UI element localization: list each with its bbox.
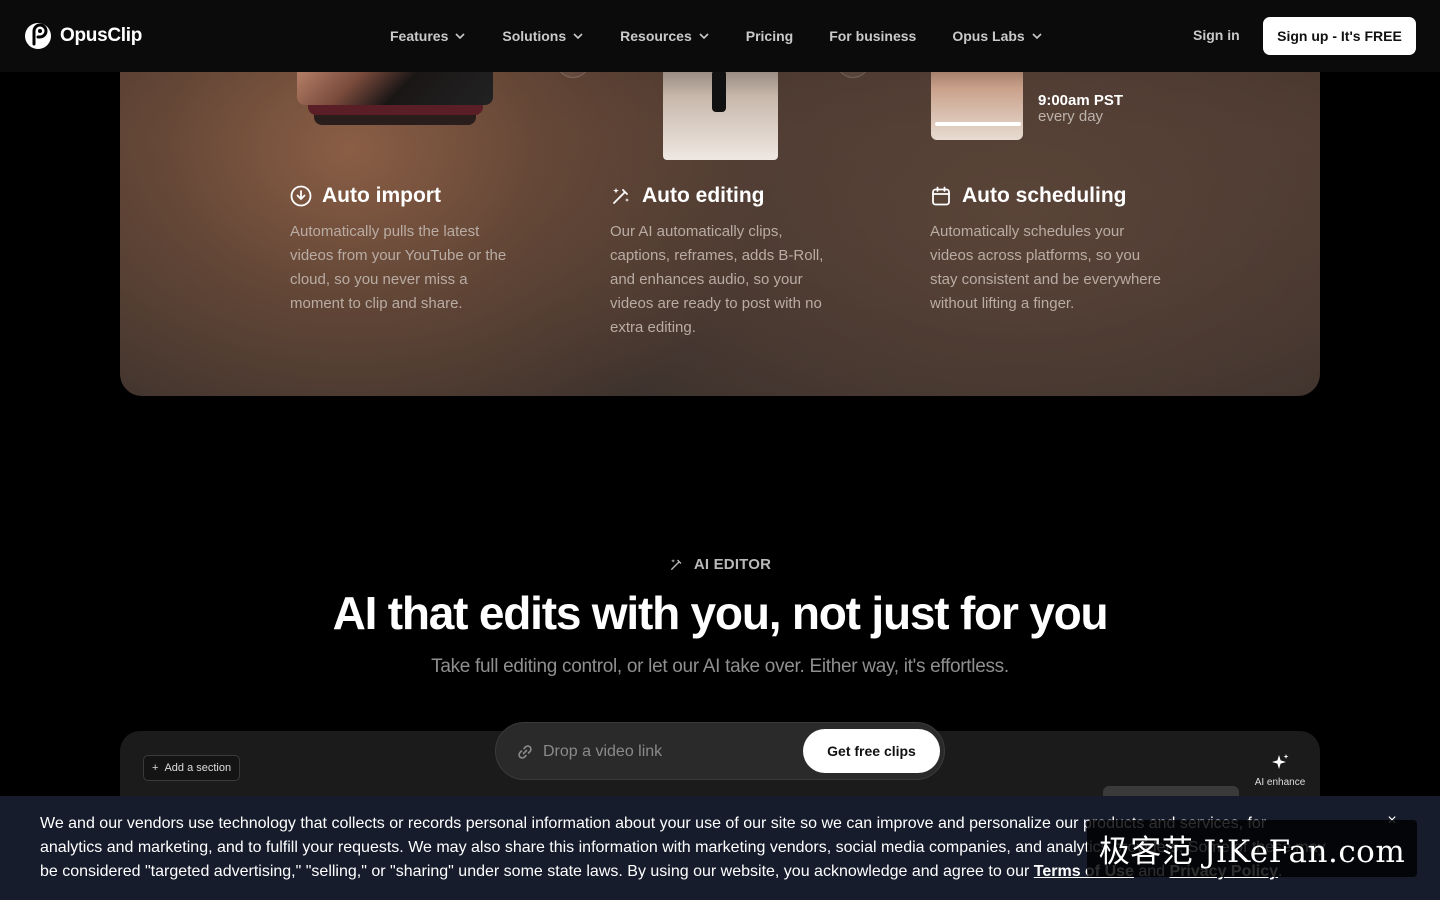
feature-title-text: Auto editing [642,184,765,207]
ai-enhance-button[interactable]: AI enhance [1248,753,1312,788]
feature-title-text: Auto import [322,184,441,207]
calendar-icon [932,186,950,206]
nav-for-business[interactable]: For business [829,28,916,44]
section-subheadline: Take full editing control, or let our AI… [431,656,1009,677]
get-free-clips-button[interactable]: Get free clips [803,729,940,773]
feature-description: Our AI automatically clips, captions, re… [610,223,824,336]
schedule-frequency: every day [1038,108,1104,125]
ai-enhance-label: AI enhance [1254,777,1306,788]
nav-opus-labs-label: Opus Labs [952,28,1025,44]
video-progress-bar [935,122,1021,126]
chevron-down-icon [699,33,709,40]
feature-description: Automatically pulls the latest videos fr… [290,223,507,312]
schedule-time: 9:00am PST [1038,92,1124,109]
video-link-bar: Get free clips [495,722,945,780]
sparkle-icon [1272,754,1289,769]
nav-features[interactable]: Features [390,28,466,44]
nav-pricing-label: Pricing [745,28,794,44]
nav-for-business-label: For business [829,28,917,44]
site-watermark: 极客范 JiKeFan.com [1087,820,1417,877]
section-headline: AI that edits with you, not just for you [332,587,1109,639]
video-link-input[interactable] [543,739,793,765]
nav-solutions-label: Solutions [502,28,567,44]
nav-resources-label: Resources [620,28,692,44]
nav-solutions[interactable]: Solutions [502,28,584,44]
chevron-down-icon [573,33,583,40]
chevron-down-icon [455,33,465,40]
sign-in-link[interactable]: Sign in [1193,27,1240,43]
feature-title-text: Auto scheduling [962,184,1127,207]
feature-auto-import: Auto import Automatically pulls the late… [290,182,530,316]
magic-wand-icon [613,188,629,204]
nav-pricing[interactable]: Pricing [746,28,793,44]
brand-name: OpusClip [60,25,143,46]
nav-menu: Features Solutions Resources Pricing For… [390,0,1079,72]
link-icon [518,745,532,759]
feature-title: Auto scheduling [930,182,1170,210]
magic-wand-icon [670,559,682,570]
brand-logo[interactable]: OpusClip [24,22,142,50]
plus-icon: + [152,762,159,774]
top-navbar: OpusClip Features Solutions Resources Pr… [0,0,1440,72]
download-circle-icon [290,185,312,207]
opusclip-logo-icon [25,23,51,49]
nav-features-label: Features [390,28,449,44]
feature-title: Auto import [290,182,530,210]
feature-description: Automatically schedules your videos acro… [930,223,1161,312]
nav-resources[interactable]: Resources [620,28,710,44]
add-section-button[interactable]: + Add a section [143,755,241,781]
section-eyebrow: AI EDITOR [0,556,1440,573]
chevron-down-icon [1032,33,1042,40]
add-section-label: Add a section [164,762,232,774]
feature-title: Auto editing [610,182,850,210]
microphone-graphic [712,70,726,112]
nav-opus-labs[interactable]: Opus Labs [952,28,1042,44]
feature-auto-editing: Auto editing Our AI automatically clips,… [610,182,850,340]
feature-auto-scheduling: Auto scheduling Automatically schedules … [930,182,1170,316]
schedule-label: 9:00am PST every day [1038,93,1123,125]
eyebrow-text: AI EDITOR [693,556,772,573]
sign-up-button[interactable]: Sign up - It's FREE [1263,17,1416,55]
